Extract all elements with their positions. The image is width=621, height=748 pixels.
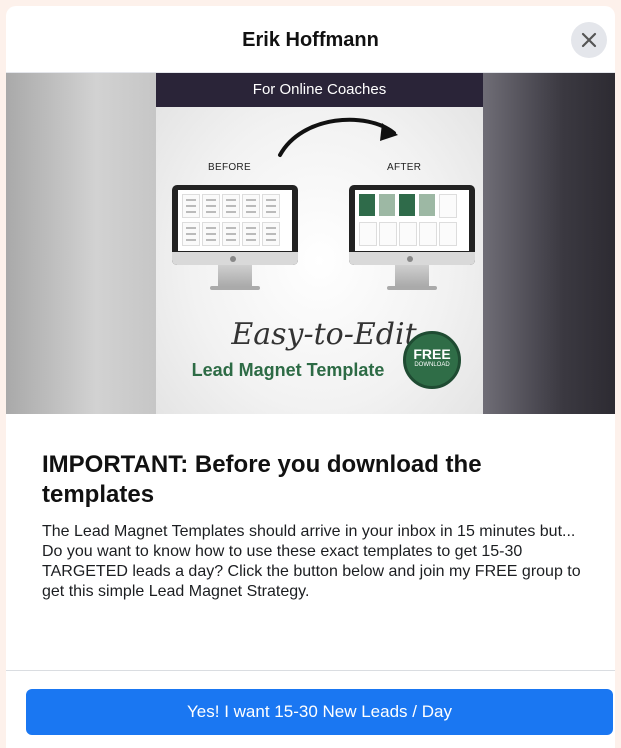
after-stand xyxy=(395,265,429,287)
close-icon xyxy=(581,32,597,48)
after-label: AFTER xyxy=(387,162,422,173)
free-download-badge: FREE DOWNLOAD xyxy=(403,331,461,389)
lead-magnet-dialog: Erik Hoffmann For Online Coaches BEFORE … xyxy=(6,6,615,748)
before-stand xyxy=(218,265,252,287)
arrow-icon xyxy=(278,117,398,157)
lead-magnet-template-text: Lead Magnet Template xyxy=(191,360,385,380)
join-group-button[interactable]: Yes! I want 15-30 New Leads / Day xyxy=(26,689,613,735)
dialog-title: Erik Hoffmann xyxy=(242,29,379,51)
hero-side-left xyxy=(6,73,156,414)
close-button[interactable] xyxy=(571,22,607,58)
important-heading: IMPORTANT: Before you download the templ… xyxy=(42,451,482,508)
poster-banner: For Online Coaches xyxy=(156,73,483,107)
before-stand-base xyxy=(210,286,260,290)
badge-download-text: DOWNLOAD xyxy=(414,362,450,368)
before-monitor xyxy=(172,185,298,265)
hero-side-right xyxy=(483,73,615,414)
dialog-header: Erik Hoffmann xyxy=(6,6,615,73)
after-stand-base xyxy=(387,286,437,290)
footer-divider xyxy=(6,670,615,671)
description-text: The Lead Magnet Templates should arrive … xyxy=(42,523,581,600)
dialog-content: IMPORTANT: Before you download the templ… xyxy=(6,414,615,602)
after-monitor xyxy=(349,185,475,265)
template-poster: For Online Coaches BEFORE AFTER Easy-to-… xyxy=(156,73,483,414)
hero-image: For Online Coaches BEFORE AFTER Easy-to-… xyxy=(6,73,615,414)
badge-free-text: FREE xyxy=(413,346,451,362)
before-label: BEFORE xyxy=(208,162,251,173)
